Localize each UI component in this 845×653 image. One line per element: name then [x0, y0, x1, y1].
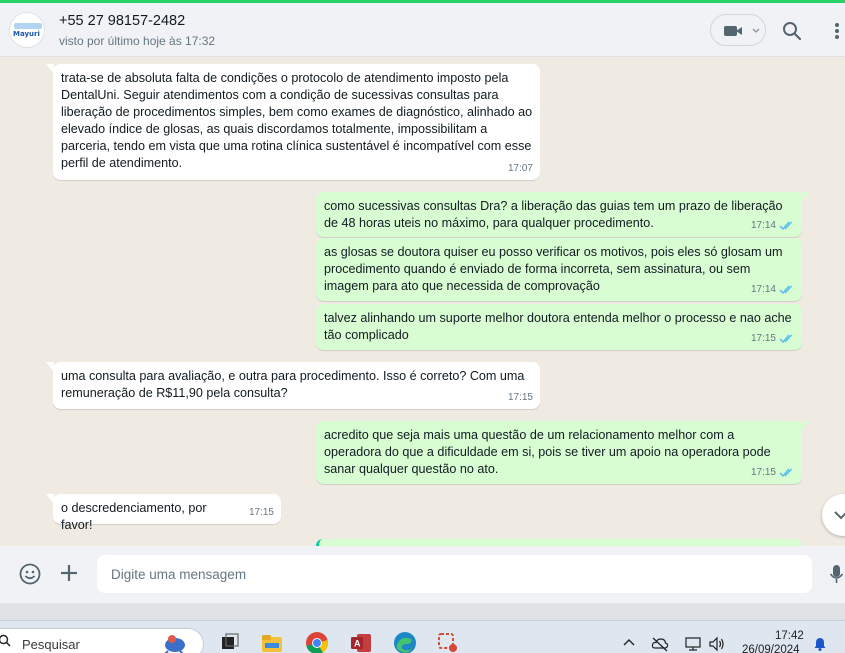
- cloud-offline-icon[interactable]: [651, 636, 669, 652]
- message-incoming[interactable]: o descredenciamento, por favor! 17:15: [46, 494, 281, 532]
- notification-bell-icon[interactable]: [812, 636, 828, 652]
- task-view-icon[interactable]: [218, 631, 242, 653]
- access-icon[interactable]: A: [349, 631, 373, 653]
- message-text: as glosas se doutora quiser eu posso ver…: [324, 245, 786, 293]
- message-outgoing[interactable]: talvez alinhando um suporte melhor douto…: [316, 304, 802, 350]
- search-highlight-icon: [164, 635, 185, 653]
- taskbar: Pesquisar A 17:42 26/09/2024: [0, 620, 845, 653]
- network-icon[interactable]: [684, 636, 702, 652]
- bubble-tail: [46, 494, 54, 504]
- message-text: uma consulta para avaliação, e outra par…: [61, 369, 528, 400]
- clock-date[interactable]: 26/09/2024: [742, 644, 800, 653]
- chat-area[interactable]: trata-se de absoluta falta de condições …: [0, 57, 845, 546]
- bubble-tail: [801, 421, 809, 431]
- message-time: 17:14: [750, 284, 776, 295]
- message-time: 17:14: [750, 220, 776, 231]
- bubble-tail: [801, 192, 809, 202]
- message-incoming[interactable]: uma consulta para avaliação, e outra par…: [46, 362, 540, 409]
- message-text: trata-se de absoluta falta de condições …: [61, 71, 536, 170]
- search-icon[interactable]: [780, 19, 804, 43]
- message-input[interactable]: [97, 555, 812, 593]
- chevron-down-icon: [752, 28, 760, 33]
- bubble-tail: [46, 362, 54, 372]
- message-time: 17:07: [507, 163, 533, 174]
- clock-time[interactable]: 17:42: [775, 630, 804, 642]
- message-incoming[interactable]: trata-se de absoluta falta de condições …: [46, 64, 540, 180]
- bubble-tail: [46, 64, 54, 74]
- contact-status: visto por último hoje às 17:32: [59, 34, 216, 48]
- message-time: 17:15: [750, 467, 776, 478]
- scroll-down-button[interactable]: [822, 494, 845, 536]
- plus-icon[interactable]: [58, 562, 80, 584]
- contact-name[interactable]: +55 27 98157-2482: [59, 13, 185, 29]
- chrome-icon[interactable]: [305, 631, 329, 653]
- read-receipt-icon: [779, 221, 793, 231]
- message-text: talvez alinhando um suporte melhor douto…: [324, 311, 796, 342]
- read-receipt-icon: [779, 334, 793, 344]
- message-text: o descredenciamento, por favor!: [61, 501, 211, 532]
- snipping-tool-icon[interactable]: [436, 631, 460, 653]
- microphone-icon[interactable]: [828, 562, 844, 586]
- svg-text:A: A: [354, 639, 361, 649]
- read-receipt-icon: [779, 468, 793, 478]
- message-text: como sucessivas consultas Dra? a liberaç…: [324, 199, 787, 230]
- volume-icon[interactable]: [708, 636, 726, 652]
- logo-mark: [14, 23, 42, 29]
- menu-icon[interactable]: [830, 19, 844, 43]
- chat-header: Mayuri +55 27 98157-2482 visto por últim…: [0, 3, 845, 57]
- message-outgoing-partial[interactable]: [316, 539, 802, 546]
- message-outgoing[interactable]: como sucessivas consultas Dra? a liberaç…: [316, 192, 809, 237]
- avatar[interactable]: Mayuri: [9, 12, 45, 48]
- tray-expand-icon[interactable]: [622, 636, 636, 650]
- window-bottom-edge: [0, 603, 845, 620]
- composer-bar: [0, 546, 845, 603]
- search-icon: [0, 634, 11, 647]
- video-call-icon-lens: [736, 27, 742, 35]
- message-time: 17:15: [750, 333, 776, 344]
- message-outgoing[interactable]: acredito que seja mais uma questão de um…: [316, 421, 809, 484]
- logo-text: Mayuri: [13, 30, 40, 38]
- emoji-icon[interactable]: [18, 562, 42, 586]
- read-receipt-icon: [779, 285, 793, 295]
- message-text: acredito que seja mais uma questão de um…: [324, 428, 775, 476]
- file-explorer-icon[interactable]: [260, 631, 284, 653]
- video-call-button[interactable]: [710, 14, 766, 46]
- edge-icon[interactable]: [393, 631, 417, 653]
- taskbar-search-text: Pesquisar: [22, 637, 80, 652]
- message-time: 17:15: [507, 392, 533, 403]
- chevron-down-icon: [834, 511, 845, 520]
- message-time: 17:15: [248, 507, 274, 518]
- message-outgoing[interactable]: as glosas se doutora quiser eu posso ver…: [316, 238, 802, 301]
